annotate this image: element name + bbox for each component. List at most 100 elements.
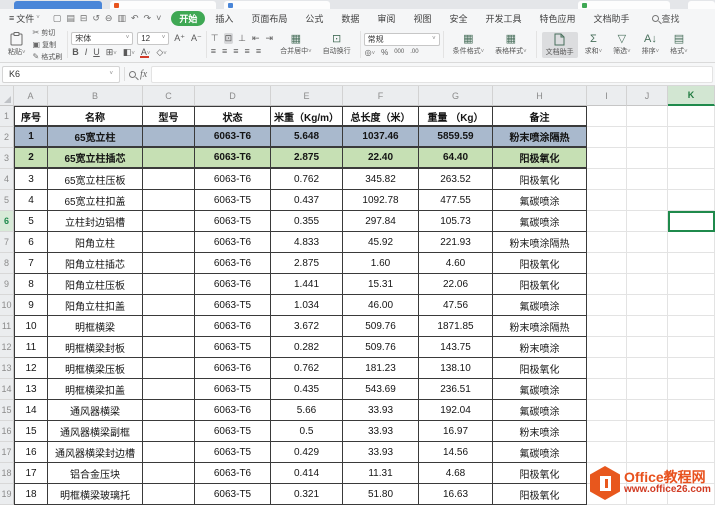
cell-B2[interactable]: 65宽立柱 (48, 127, 143, 148)
cell-D9[interactable]: 6063-T6 (195, 274, 271, 295)
cell-D6[interactable]: 6063-T5 (195, 211, 271, 232)
document-tab-4[interactable] (578, 1, 670, 9)
font-family-select[interactable]: 宋体˅ (71, 32, 133, 45)
document-tab-5[interactable] (688, 1, 715, 9)
cell-K13[interactable] (668, 358, 715, 379)
cell-I1[interactable] (587, 106, 627, 127)
ribbon-tab-插入[interactable]: 插入 (207, 11, 241, 26)
italic-button[interactable]: I (84, 47, 89, 57)
ribbon-tab-数据[interactable]: 数据 (333, 11, 367, 26)
doc-assistant-button[interactable]: 文档助手 (542, 32, 578, 58)
cell-F3[interactable]: 22.40 (343, 148, 419, 169)
cell-F15[interactable]: 33.93 (343, 400, 419, 421)
cell-C1[interactable]: 型号 (143, 106, 195, 127)
cell-B17[interactable]: 通风器横梁封边槽 (48, 442, 143, 463)
row-header-16[interactable]: 16 (0, 421, 14, 442)
cell-G16[interactable]: 16.97 (419, 421, 493, 442)
cell-H15[interactable]: 氟碳喷涂 (493, 400, 587, 421)
cell-F16[interactable]: 33.93 (343, 421, 419, 442)
cell-J5[interactable] (627, 190, 668, 211)
cell-E13[interactable]: 0.762 (271, 358, 343, 379)
cell-E11[interactable]: 3.672 (271, 316, 343, 337)
cell-J4[interactable] (627, 169, 668, 190)
conditional-format-button[interactable]: ▦ 条件格式˅ (449, 32, 489, 57)
cell-B6[interactable]: 立柱封边铝槽 (48, 211, 143, 232)
cut-button[interactable]: ✂剪切 (33, 28, 63, 38)
clear-format-icon[interactable]: ◇˅ (155, 47, 167, 58)
column-header-J[interactable]: J (627, 86, 668, 106)
cell-E8[interactable]: 2.875 (271, 253, 343, 274)
cell-A16[interactable]: 15 (14, 421, 48, 442)
number-format-select[interactable]: 常规˅ (364, 33, 440, 46)
cell-B11[interactable]: 明框横梁 (48, 316, 143, 337)
cell-F11[interactable]: 509.76 (343, 316, 419, 337)
cell-H5[interactable]: 氟碳喷涂 (493, 190, 587, 211)
cell-I13[interactable] (587, 358, 627, 379)
cell-K17[interactable] (668, 442, 715, 463)
sort-button[interactable]: A↓ 排序˅ (638, 32, 664, 57)
cell-C11[interactable] (143, 316, 195, 337)
cell-K15[interactable] (668, 400, 715, 421)
ribbon-tab-页面布局[interactable]: 页面布局 (243, 11, 295, 26)
increase-font-icon[interactable]: A⁺ (173, 33, 186, 44)
ribbon-tab-文档助手[interactable]: 文档助手 (586, 11, 638, 26)
cell-B18[interactable]: 铝合金压块 (48, 463, 143, 484)
autosum-button[interactable]: Σ 求和˅ (581, 32, 607, 57)
merge-center-button[interactable]: ▦ 合并居中˅ (276, 32, 316, 57)
cell-D1[interactable]: 状态 (195, 106, 271, 127)
cell-F4[interactable]: 345.82 (343, 169, 419, 190)
cell-C5[interactable] (143, 190, 195, 211)
save-icon[interactable]: ⊟ (80, 13, 88, 24)
formula-input[interactable] (151, 66, 713, 83)
cell-E18[interactable]: 0.414 (271, 463, 343, 484)
row-header-2[interactable]: 2 (0, 127, 14, 148)
decrease-indent-icon[interactable]: ⇤ (251, 33, 261, 44)
cell-K9[interactable] (668, 274, 715, 295)
cell-D10[interactable]: 6063-T5 (195, 295, 271, 316)
cell-F9[interactable]: 15.31 (343, 274, 419, 295)
cell-I12[interactable] (587, 337, 627, 358)
cell-D3[interactable]: 6063-T6 (195, 148, 271, 169)
distribute-icon[interactable]: ≡ (255, 46, 262, 56)
cell-I9[interactable] (587, 274, 627, 295)
column-header-D[interactable]: D (195, 86, 271, 106)
cell-D14[interactable]: 6063-T5 (195, 379, 271, 400)
cell-D12[interactable]: 6063-T5 (195, 337, 271, 358)
cell-F17[interactable]: 33.93 (343, 442, 419, 463)
cell-F10[interactable]: 46.00 (343, 295, 419, 316)
cell-C16[interactable] (143, 421, 195, 442)
cell-C19[interactable] (143, 484, 195, 505)
cell-A14[interactable]: 13 (14, 379, 48, 400)
font-size-select[interactable]: 12˅ (137, 32, 169, 45)
cell-H3[interactable]: 阳极氧化 (493, 148, 587, 169)
selected-cell-K6[interactable] (668, 211, 715, 232)
cell-D19[interactable]: 6063-T5 (195, 484, 271, 505)
cell-D13[interactable]: 6063-T6 (195, 358, 271, 379)
cell-I4[interactable] (587, 169, 627, 190)
cell-G1[interactable]: 重量 （Kg） (419, 106, 493, 127)
ribbon-tab-审阅[interactable]: 审阅 (369, 11, 403, 26)
cell-E19[interactable]: 0.321 (271, 484, 343, 505)
cell-A7[interactable]: 6 (14, 232, 48, 253)
row-header-10[interactable]: 10 (0, 295, 14, 316)
cell-B13[interactable]: 明框横梁压板 (48, 358, 143, 379)
cell-I15[interactable] (587, 400, 627, 421)
thousands-separator-icon[interactable]: 000 (393, 49, 405, 55)
column-header-G[interactable]: G (419, 86, 493, 106)
borders-icon[interactable]: ⊞˅ (105, 47, 118, 58)
cell-H1[interactable]: 备注 (493, 106, 587, 127)
cell-F18[interactable]: 11.31 (343, 463, 419, 484)
undo-icon[interactable]: ↶ (131, 13, 139, 24)
cell-B19[interactable]: 明框横梁玻璃托 (48, 484, 143, 505)
cell-G9[interactable]: 22.06 (419, 274, 493, 295)
cell-E4[interactable]: 0.762 (271, 169, 343, 190)
cell-K16[interactable] (668, 421, 715, 442)
file-menu-button[interactable]: ≡ 文件 ˅ (6, 12, 43, 25)
cell-B15[interactable]: 通风器横梁 (48, 400, 143, 421)
new-file-icon[interactable]: ▢ (53, 13, 62, 24)
document-tab-active[interactable] (14, 1, 102, 9)
align-center-icon[interactable]: ≡ (221, 46, 228, 56)
cell-F5[interactable]: 1092.78 (343, 190, 419, 211)
cell-F7[interactable]: 45.92 (343, 232, 419, 253)
cell-A19[interactable]: 18 (14, 484, 48, 505)
